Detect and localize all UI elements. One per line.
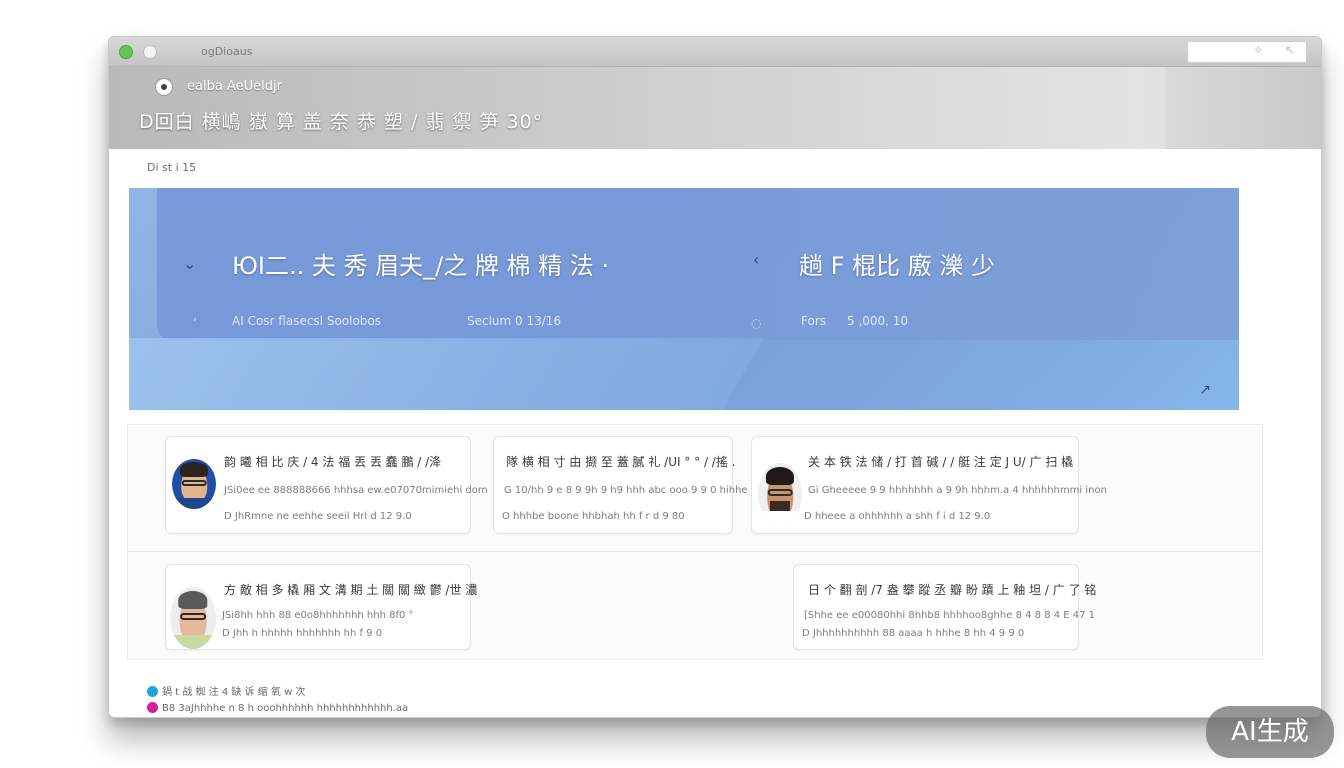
profile-card-5[interactable]: 日 个 翻 剖 /7 盎 攀 蹤 丞 瓣 盼 蹟 上 釉 坦 / 广 了 铭 [… — [793, 564, 1096, 650]
card-line-1: JSi8hh hhh 88 e0o8hhhhhhh hhh 8f0 ° — [222, 610, 414, 621]
card-line-2: O hhhbe boone hhbhah hh f r d 9 80 — [502, 511, 685, 522]
hero-title-1: ЮI二.. 夫 秀 眉夫_/之 牌 棉 精 法 · — [232, 252, 609, 280]
card-line-1: JSi0ee ee 888888666 hhhsa ew.e07070mimie… — [224, 485, 488, 496]
row-divider — [127, 551, 1263, 552]
hero-title-2: 趟 F 棍比 廒 濼 少 — [799, 252, 995, 280]
circle-mark-icon: ◌ — [751, 316, 762, 330]
header-subtitle: ealba AeUeldjr — [187, 79, 282, 94]
legend-label-2: B8 3aJhhhhe n 8 h ooohhhhhh hhhhhhhhhhhh… — [162, 703, 409, 714]
cursor-icon[interactable]: ↖ — [1285, 43, 1295, 57]
card-line-2: D Jhh h hhhhh hhhhhhh hh f 9 0 — [222, 628, 383, 639]
card-line-1: G 10/hh 9 e 8 9 9h 9 h9 hhh abc ooo 9 9 … — [504, 485, 767, 496]
card-line-2: D hheee a ohhhhhh a shh f i d 12 9.0 — [804, 511, 991, 522]
title-bar: ogDioaus ↶ ↷ ✧ ↖ — [109, 37, 1321, 67]
legend-label-1: 鍋 t 战 蜘 注 4 缺 诉 缩 氧 w 次 — [162, 687, 306, 698]
app-window: ogDioaus ↶ ↷ ✧ ↖ ealba AeUeldjr D回白 横嶋 嶽… — [108, 36, 1322, 718]
profile-card-4[interactable]: 方 敵 相 多 橇 厢 文 溝 期 土 關 關 緻 鬱 /世 濃 JSi8hh … — [165, 564, 477, 650]
legend-dot-magenta — [147, 702, 158, 713]
card-title: 隊 横 相 寸 由 撷 至 蓋 膩 礼 /UI ° ° / /搖 . — [506, 455, 736, 469]
radio-icon[interactable] — [155, 78, 173, 96]
profile-card-1[interactable]: 韵 曦 相 比 庆 / 4 法 福 丟 丟 蠢 鵬 / /洚 JSi0ee ee… — [165, 436, 488, 534]
window-control-ghost — [165, 47, 175, 57]
quote-mark-icon: ’ — [193, 316, 197, 330]
avatar — [170, 587, 216, 649]
legend-item-2: B8 3aJhhhhe n 8 h ooohhhhhh hhhhhhhhhhhh… — [147, 702, 408, 714]
card-title: 韵 曦 相 比 庆 / 4 法 福 丟 丟 蠢 鵬 / /洚 — [224, 455, 442, 469]
card-title: 日 个 翻 剖 /7 盎 攀 蹤 丞 瓣 盼 蹟 上 釉 坦 / 广 了 铭 — [808, 583, 1097, 597]
hero-wedge — [129, 338, 764, 410]
hero-meta-2a: Fors — [801, 314, 827, 328]
chevron-left-icon[interactable]: ‹ — [753, 250, 759, 269]
profile-card-2[interactable]: 隊 横 相 寸 由 撷 至 蓋 膩 礼 /UI ° ° / /搖 . G 10/… — [493, 436, 767, 534]
legend-dot-cyan — [147, 686, 158, 697]
card-line-2: D JhRmne ne eehhe seeil Hrl d 12 9.0 — [224, 511, 412, 522]
arrow-icon[interactable]: ↗ — [1199, 382, 1211, 398]
avatar — [758, 463, 802, 525]
card-title: 关 本 铁 法 储 / 打 首 碱 / / 艇 注 定 J U/ 广 扫 橇 — [808, 455, 1074, 469]
profile-card-3[interactable]: 关 本 铁 法 储 / 打 首 碱 / / 艇 注 定 J U/ 广 扫 橇 G… — [751, 436, 1107, 534]
maximize-button[interactable] — [119, 45, 133, 59]
hero-meta-1a: AI Cosr flasecsl Soolobos — [232, 314, 382, 328]
compass-icon[interactable]: ✧ — [1253, 43, 1263, 57]
legend-item-1: 鍋 t 战 蜘 注 4 缺 诉 缩 氧 w 次 — [147, 683, 305, 698]
card-line-1: [Shhe ee e00080hhi 8hhb8 hhhhoo8ghhe 8 4… — [804, 610, 1096, 621]
ai-watermark-badge: AI生成 — [1206, 706, 1334, 758]
avatar — [172, 459, 216, 509]
hero-meta-2b: 5 ,000, 10 — [847, 314, 909, 328]
section-label: Di st i 15 — [147, 161, 197, 174]
card-line-2: D Jhhhhhhhhhh 88 aaaa h hhhe 8 hh 4 9 9 … — [802, 628, 1025, 639]
hero-panel: ⌄ ЮI二.. 夫 秀 眉夫_/之 牌 棉 精 法 · ’ AI Cosr fl… — [129, 188, 1239, 410]
card-line-1: Gi Gheeeee 9 9 hhhhhhh a 9 9h hhhm.a 4 h… — [808, 485, 1107, 496]
page-title: D回白 横嶋 嶽 算 盖 奈 恭 塑 / 翡 禦 笋 30° — [139, 111, 544, 133]
window-title: ogDioaus — [201, 45, 253, 58]
hero-meta-1b: Seclum 0 13/16 — [467, 314, 562, 328]
chevron-down-icon[interactable]: ⌄ — [183, 254, 196, 273]
header-side-panel — [1165, 67, 1321, 149]
minimize-button[interactable] — [143, 45, 157, 59]
header-banner: ealba AeUeldjr D回白 横嶋 嶽 算 盖 奈 恭 塑 / 翡 禦 … — [109, 67, 1321, 149]
card-title: 方 敵 相 多 橇 厢 文 溝 期 土 關 關 緻 鬱 /世 濃 — [224, 583, 478, 597]
